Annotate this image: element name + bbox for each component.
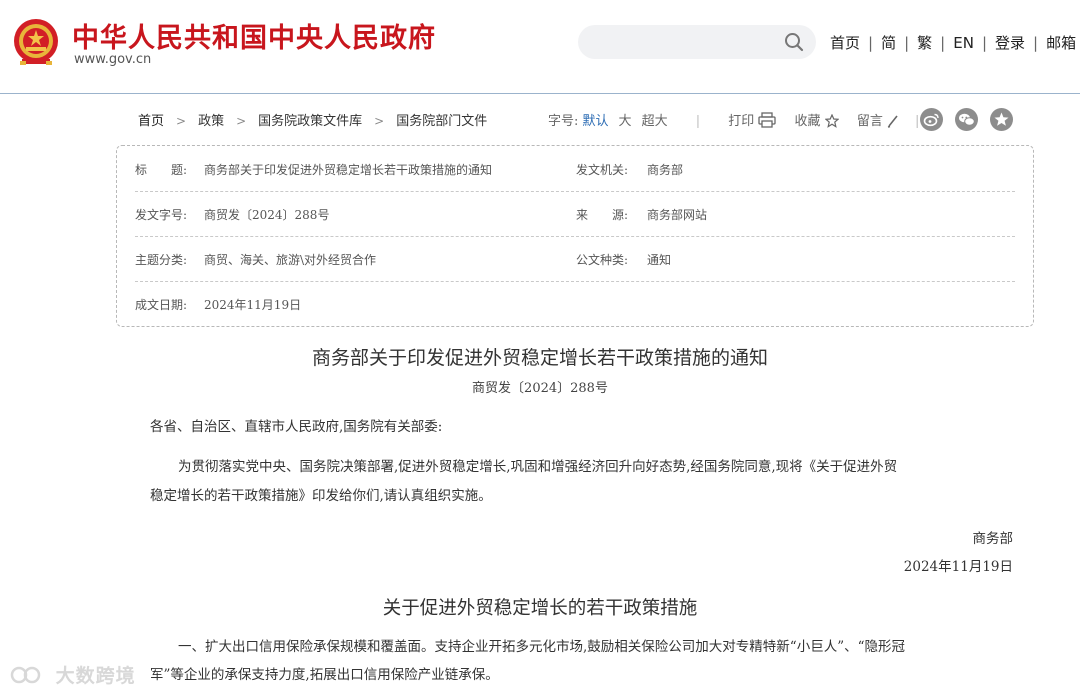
- favorite-star-icon[interactable]: [990, 108, 1013, 131]
- title-value: 商务部关于印发促进外贸稳定增长若干政策措施的通知: [204, 163, 493, 177]
- weibo-icon[interactable]: [920, 108, 943, 131]
- watermark-icon: [10, 666, 41, 684]
- article-salutation: 各省、自治区、直辖市人民政府,国务院有关部委:: [150, 419, 443, 435]
- info-row: 主题分类: 商贸、海关、旅游\对外经贸合作 公文种类: 通知: [135, 236, 1015, 282]
- section-title: 关于促进外贸稳定增长的若干政策措施: [382, 598, 698, 619]
- nav-mailbox[interactable]: 邮箱: [1046, 34, 1076, 52]
- search-icon[interactable]: [784, 32, 804, 52]
- nav-traditional[interactable]: 繁: [917, 34, 932, 52]
- article-body-line: 稳定增长的若干政策措施》印发给你们,请认真组织实施。: [150, 488, 492, 504]
- watermark-text: 大数跨境: [55, 665, 136, 687]
- topic-label: 主题分类:: [135, 253, 188, 267]
- info-row: 成文日期: 2024年11月19日: [135, 281, 1015, 326]
- comment-label: 留言: [856, 114, 883, 129]
- nav-divider: |: [1033, 34, 1039, 52]
- info-row: 发文字号: 商贸发〔2024〕288号 来 源: 商务部网站: [135, 191, 1015, 237]
- issuer-label: 发文机关:: [576, 163, 629, 177]
- breadcrumb-department-docs[interactable]: 国务院部门文件: [396, 114, 487, 129]
- font-size-xlarge[interactable]: 超大: [642, 114, 668, 129]
- favorite-label: 收藏: [794, 114, 821, 129]
- top-nav: 首页 | 简 | 繁 | EN | 登录 | 邮箱: [830, 32, 1076, 53]
- font-size-large[interactable]: 大: [619, 114, 632, 129]
- date-value: 2024年11月19日: [204, 298, 302, 312]
- breadcrumb: 首页 > 政策 > 国务院政策文件库 > 国务院部门文件: [138, 110, 487, 129]
- print-button[interactable]: 打印: [728, 112, 776, 129]
- article-sign-date: 2024年11月19日: [903, 559, 1013, 575]
- doc-number-value: 商贸发〔2024〕288号: [204, 208, 330, 222]
- doc-number-label: 发文字号:: [135, 208, 188, 222]
- doc-type-value: 通知: [647, 253, 672, 267]
- nav-home[interactable]: 首页: [830, 34, 860, 52]
- font-size-default[interactable]: 默认: [583, 114, 609, 129]
- site-url[interactable]: www.gov.cn: [74, 52, 151, 67]
- info-row: 标 题: 商务部关于印发促进外贸稳定增长若干政策措施的通知 发文机关: 商务部: [135, 146, 1015, 192]
- document-info-box: 标 题: 商务部关于印发促进外贸稳定增长若干政策措施的通知 发文机关: 商务部 …: [116, 145, 1034, 327]
- chevron-right-icon: >: [374, 114, 385, 128]
- toolbar-divider: |: [915, 114, 920, 129]
- font-size-label: 字号:: [548, 114, 579, 129]
- breadcrumb-policy-library[interactable]: 国务院政策文件库: [258, 114, 362, 129]
- print-label: 打印: [728, 114, 755, 129]
- chevron-right-icon: >: [236, 114, 247, 128]
- favorite-button[interactable]: 收藏: [795, 114, 839, 129]
- source-label: 来 源:: [576, 208, 629, 222]
- title-label: 标 题:: [135, 163, 188, 177]
- site-header: 中华人民共和国中央人民政府 www.gov.cn 首页 | 简 | 繁 | EN | 登录 | 邮箱: [0, 0, 1080, 94]
- star-icon: [824, 114, 839, 128]
- search-input[interactable]: [578, 25, 816, 59]
- doc-type-label: 公文种类:: [576, 253, 629, 267]
- national-emblem-icon[interactable]: [12, 17, 60, 67]
- nav-divider: |: [940, 34, 946, 52]
- watermark-logo: 大数跨境: [10, 661, 136, 688]
- wechat-icon[interactable]: [955, 108, 978, 131]
- article-signature: 商务部: [972, 531, 1014, 547]
- section-body-line: 军”等企业的承保支持力度,拓展出口信用保险产业链承保。: [150, 667, 499, 683]
- breadcrumb-policy[interactable]: 政策: [198, 114, 224, 129]
- source-value: 商务部网站: [647, 208, 708, 222]
- nav-divider: |: [868, 34, 874, 52]
- pencil-icon: [887, 115, 898, 128]
- toolbar-divider: |: [695, 114, 701, 129]
- article-title: 商务部关于印发促进外贸稳定增长若干政策措施的通知: [311, 347, 768, 369]
- nav-english[interactable]: EN: [953, 34, 974, 52]
- topic-value: 商贸、海关、旅游\对外经贸合作: [204, 253, 377, 267]
- date-label: 成文日期:: [135, 298, 188, 312]
- nav-divider: |: [904, 34, 910, 52]
- nav-login[interactable]: 登录: [995, 34, 1025, 52]
- article-toolbar: 字号: 默认大超大 | 打印 收藏 留言 |: [548, 110, 931, 129]
- article-body-line: 为贯彻落实党中央、国务院决策部署,促进外贸稳定增长,巩固和增强经济回升向好态势,…: [178, 459, 898, 475]
- issuer-value: 商务部: [647, 163, 684, 177]
- printer-icon: [758, 112, 776, 128]
- nav-simplified[interactable]: 简: [881, 34, 896, 52]
- section-body-line: 一、扩大出口信用保险承保规模和覆盖面。支持企业开拓多元化市场,鼓励相关保险公司加…: [178, 639, 905, 655]
- site-title[interactable]: 中华人民共和国中央人民政府: [72, 16, 436, 55]
- breadcrumb-home[interactable]: 首页: [138, 114, 164, 129]
- chevron-right-icon: >: [176, 114, 187, 128]
- article-doc-number: 商贸发〔2024〕288号: [472, 381, 608, 396]
- comment-button[interactable]: 留言: [857, 114, 899, 129]
- nav-divider: |: [981, 34, 987, 52]
